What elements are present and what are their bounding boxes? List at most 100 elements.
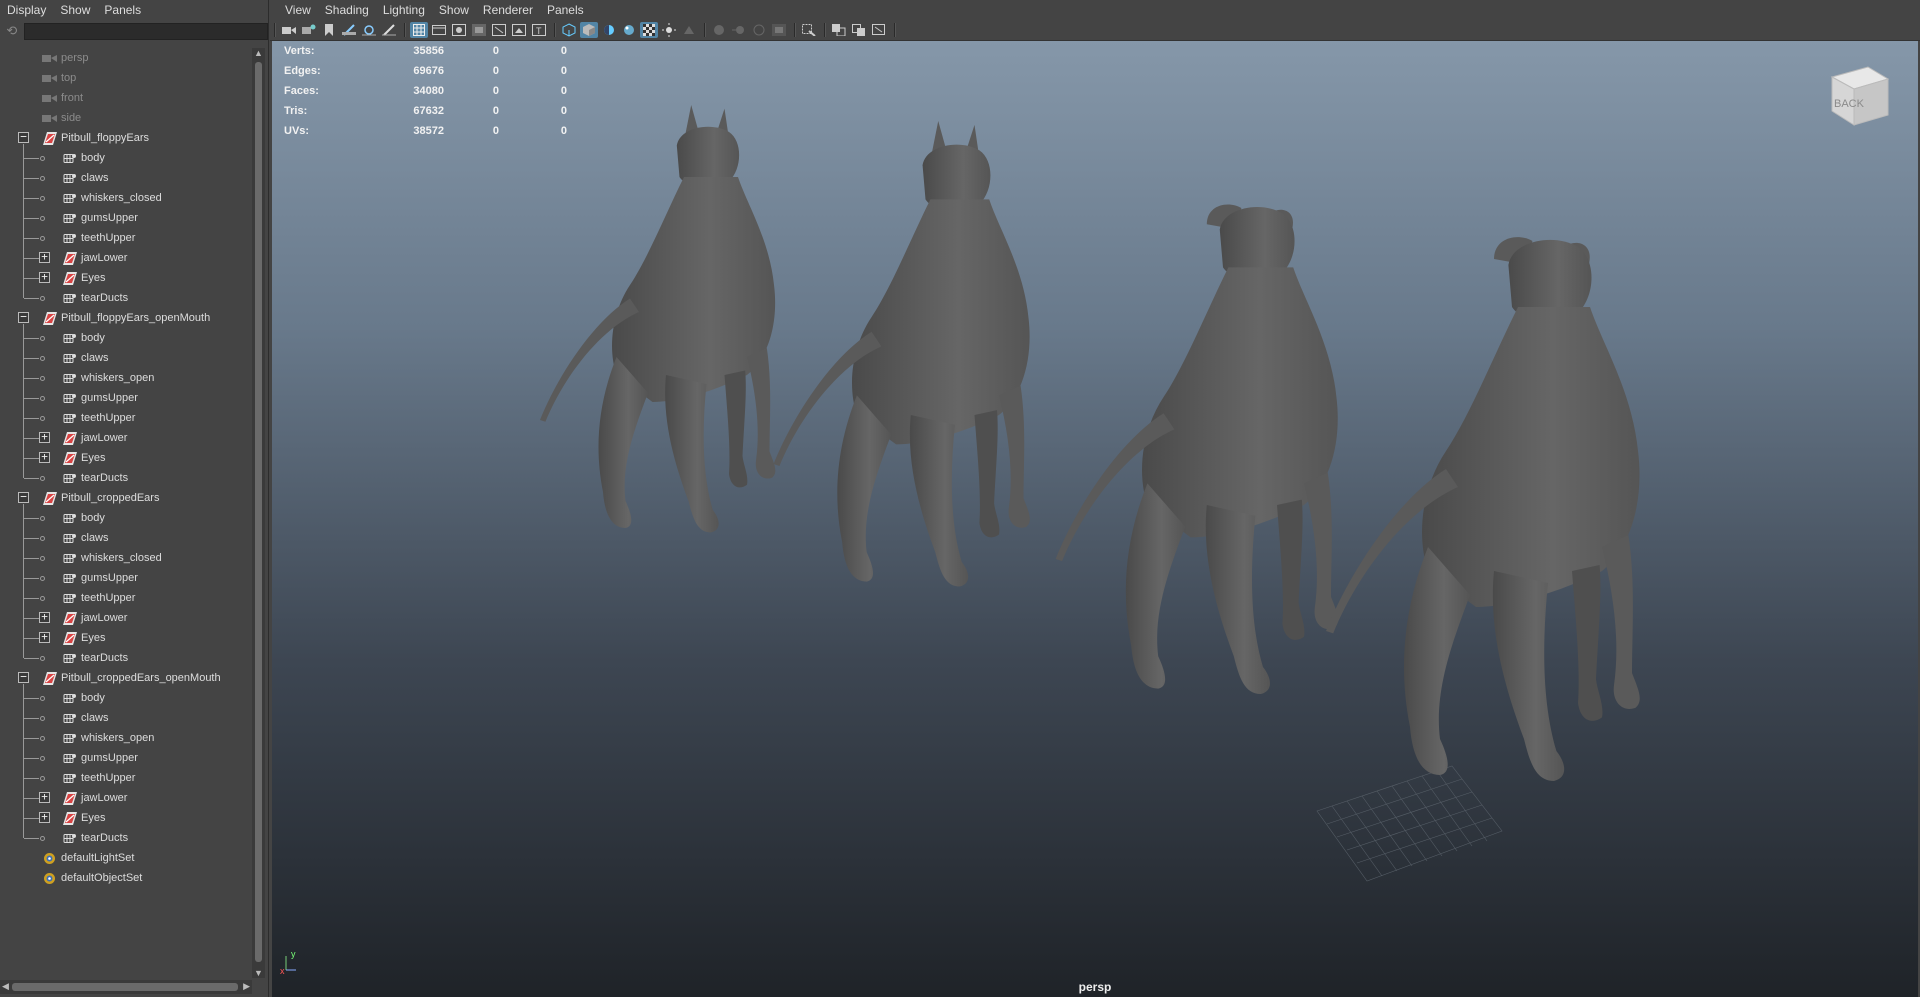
outliner-child-item[interactable]: + jawLower	[0, 608, 252, 628]
isolate-select-icon[interactable]	[800, 22, 818, 38]
default-material-icon[interactable]	[600, 22, 618, 38]
outliner-group-item[interactable]: − Pitbull_floppyEars	[0, 128, 252, 148]
light-icon[interactable]	[660, 22, 678, 38]
expand-toggle-icon[interactable]: +	[39, 431, 50, 443]
outliner-child-item[interactable]: whiskers_closed	[0, 188, 252, 208]
safe-title-icon[interactable]: T	[530, 22, 548, 38]
scroll-up-icon[interactable]: ▲	[254, 48, 263, 58]
gate-mask-icon[interactable]	[470, 22, 488, 38]
grid-snap-icon[interactable]	[360, 22, 378, 38]
outliner-child-item[interactable]: + Eyes	[0, 808, 252, 828]
resolution-gate-icon[interactable]	[450, 22, 468, 38]
collapse-toggle-icon[interactable]: −	[18, 491, 29, 503]
collapse-toggle-icon[interactable]: −	[18, 131, 29, 143]
outliner-child-item[interactable]: gumsUpper	[0, 208, 252, 228]
outliner-child-item[interactable]: teethUpper	[0, 768, 252, 788]
expand-toggle-icon[interactable]: +	[39, 251, 50, 263]
outliner-search-input[interactable]	[23, 22, 268, 40]
xray-components-icon[interactable]	[870, 22, 888, 38]
outliner-child-item[interactable]: teethUpper	[0, 408, 252, 428]
outliner-child-item[interactable]: + jawLower	[0, 248, 252, 268]
outliner-child-item[interactable]: claws	[0, 348, 252, 368]
menu-show[interactable]: Show	[432, 3, 476, 17]
outliner-child-item[interactable]: tearDucts	[0, 468, 252, 488]
expand-toggle-icon[interactable]: +	[39, 811, 50, 823]
outliner-set-item[interactable]: defaultLightSet	[0, 848, 252, 868]
outliner-child-item[interactable]: body	[0, 148, 252, 168]
outliner-child-item[interactable]: + Eyes	[0, 448, 252, 468]
outliner-child-item[interactable]: + jawLower	[0, 428, 252, 448]
menu-renderer[interactable]: Renderer	[476, 3, 540, 17]
menu-show[interactable]: Show	[53, 3, 97, 17]
expand-toggle-icon[interactable]: +	[39, 791, 50, 803]
xray-icon[interactable]	[830, 22, 848, 38]
outliner-child-item[interactable]: claws	[0, 708, 252, 728]
collapse-toggle-icon[interactable]: −	[18, 311, 29, 323]
outliner-child-item[interactable]: gumsUpper	[0, 388, 252, 408]
field-chart-icon[interactable]	[490, 22, 508, 38]
ambient-occlusion-icon[interactable]	[710, 22, 728, 38]
scrollbar-thumb[interactable]	[255, 62, 262, 962]
pitbull-model-3[interactable]	[1055, 204, 1338, 694]
outliner-camera-item[interactable]: front	[0, 88, 252, 108]
use-all-lights-icon[interactable]	[640, 22, 658, 38]
outliner-child-item[interactable]: body	[0, 508, 252, 528]
expand-toggle-icon[interactable]: +	[39, 631, 50, 643]
film-gate-icon[interactable]	[430, 22, 448, 38]
outliner-child-item[interactable]: whiskers_closed	[0, 548, 252, 568]
expand-toggle-icon[interactable]: +	[39, 271, 50, 283]
scroll-right-icon[interactable]: ▶	[243, 981, 250, 992]
depth-of-field-icon[interactable]	[770, 22, 788, 38]
bookmark-icon[interactable]	[320, 22, 338, 38]
outliner-group-item[interactable]: − Pitbull_croppedEars	[0, 488, 252, 508]
menu-display[interactable]: Display	[0, 3, 53, 17]
scroll-down-icon[interactable]: ▼	[254, 968, 263, 978]
menu-panels[interactable]: Panels	[97, 3, 148, 17]
outliner-camera-item[interactable]: top	[0, 68, 252, 88]
camera-attributes-icon[interactable]	[300, 22, 318, 38]
outliner-child-item[interactable]: gumsUpper	[0, 568, 252, 588]
outliner-child-item[interactable]: body	[0, 688, 252, 708]
wireframe-icon[interactable]	[560, 22, 578, 38]
pencil-icon[interactable]	[380, 22, 398, 38]
outliner-child-item[interactable]: tearDucts	[0, 288, 252, 308]
outliner-child-item[interactable]: + Eyes	[0, 628, 252, 648]
menu-lighting[interactable]: Lighting	[376, 3, 432, 17]
smooth-shade-icon[interactable]	[580, 22, 598, 38]
filter-icon[interactable]: ⟲	[4, 23, 20, 39]
outliner-child-item[interactable]: whiskers_open	[0, 728, 252, 748]
view-cube[interactable]: BACK	[1824, 63, 1894, 136]
multisample-icon[interactable]	[750, 22, 768, 38]
outliner-set-item[interactable]: defaultObjectSet	[0, 868, 252, 888]
outliner-camera-item[interactable]: side	[0, 108, 252, 128]
image-plane-icon[interactable]	[340, 22, 358, 38]
menu-panels[interactable]: Panels	[540, 3, 591, 17]
expand-toggle-icon[interactable]: +	[39, 451, 50, 463]
motion-blur-icon[interactable]	[730, 22, 748, 38]
pitbull-model-2[interactable]	[773, 121, 1030, 587]
camera-icon[interactable]	[280, 22, 298, 38]
pitbull-model-1[interactable]	[540, 105, 776, 533]
shadows-icon[interactable]	[680, 22, 698, 38]
outliner-child-item[interactable]: body	[0, 328, 252, 348]
pitbull-model-4[interactable]	[1326, 237, 1640, 781]
scroll-left-icon[interactable]: ◀	[2, 981, 9, 992]
outliner-child-item[interactable]: tearDucts	[0, 828, 252, 848]
outliner-child-item[interactable]: tearDucts	[0, 648, 252, 668]
collapse-toggle-icon[interactable]: −	[18, 671, 29, 683]
outliner-child-item[interactable]: claws	[0, 528, 252, 548]
textured-icon[interactable]	[620, 22, 638, 38]
outliner-vertical-scrollbar[interactable]: ▲ ▼	[252, 48, 265, 978]
outliner-camera-item[interactable]: persp	[0, 48, 252, 68]
xray-joints-icon[interactable]	[850, 22, 868, 38]
menu-view[interactable]: View	[278, 3, 318, 17]
outliner-child-item[interactable]: whiskers_open	[0, 368, 252, 388]
outliner-child-item[interactable]: gumsUpper	[0, 748, 252, 768]
outliner-horizontal-scrollbar[interactable]: ◀ ▶	[0, 980, 252, 994]
expand-toggle-icon[interactable]: +	[39, 611, 50, 623]
outliner-child-item[interactable]: claws	[0, 168, 252, 188]
outliner-group-item[interactable]: − Pitbull_croppedEars_openMouth	[0, 668, 252, 688]
menu-shading[interactable]: Shading	[318, 3, 376, 17]
outliner-child-item[interactable]: + jawLower	[0, 788, 252, 808]
3d-viewport[interactable]: Verts: 35856 0 0 Edges: 69676 0 0 Faces: 34080 0 0 T…	[272, 41, 1918, 997]
